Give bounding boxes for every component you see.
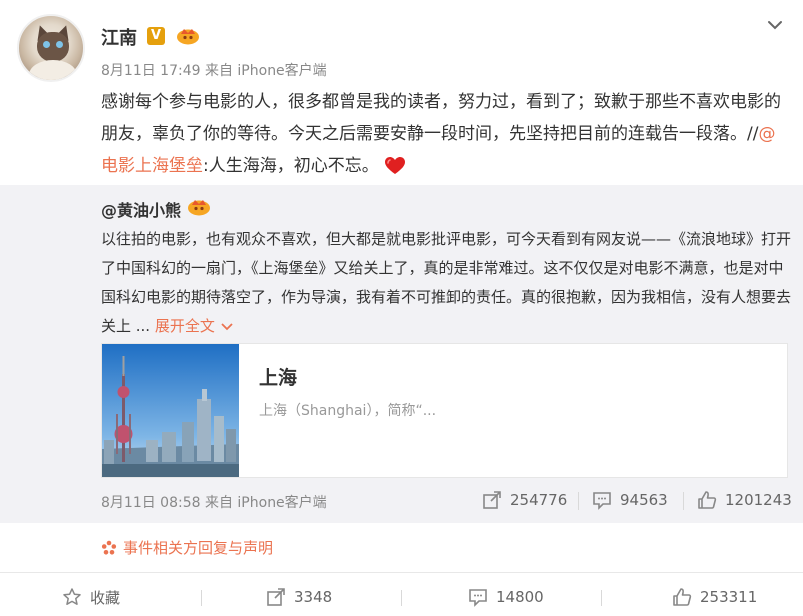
repost-text: 以往拍的电影，也有观众不喜欢，但大都是就电影批评电影，可今天看到有网友说——《流… (101, 225, 791, 341)
chevron-down-icon[interactable] (764, 14, 786, 36)
chevron-down-icon[interactable] (220, 322, 234, 332)
expand-label[interactable]: 展开全文 (155, 317, 215, 335)
repost-comment-count[interactable]: 94563 (592, 488, 668, 512)
event-statement-link[interactable]: 事件相关方回复与声明 (101, 537, 273, 558)
star-icon (63, 588, 81, 605)
repost-like-count[interactable]: 1201243 (697, 488, 792, 512)
like-button[interactable]: 253311 (672, 586, 757, 608)
comment-icon (593, 492, 611, 510)
post-text-before: 感谢每个参与电影的人，很多都曾是我的读者，努力过，看到了；致歉于那些不喜欢电影的… (101, 92, 781, 144)
verified-v-icon: V (147, 27, 165, 45)
divider (0, 572, 803, 573)
member-crown-icon[interactable] (187, 196, 211, 216)
thumbs-up-icon (673, 588, 692, 606)
repost-author[interactable]: @黄油小熊 (101, 197, 181, 221)
comment-icon (469, 589, 487, 607)
card-title[interactable]: 上海 (259, 363, 297, 390)
repost-icon (483, 491, 501, 509)
favorite-button[interactable]: 收藏 (62, 586, 120, 608)
post-meta: 8月11日 17:49 来自 iPhone客户端 (101, 63, 327, 79)
comment-count-value: 94563 (620, 491, 668, 509)
avatar[interactable] (17, 14, 85, 82)
favorite-label: 收藏 (90, 588, 121, 607)
like-count: 253311 (700, 588, 758, 606)
expand-full-text-link[interactable]: 展开全文 (155, 317, 234, 335)
comment-count: 14800 (496, 588, 544, 606)
author-name[interactable]: 江南 (101, 24, 137, 50)
event-link-label[interactable]: 事件相关方回复与声明 (123, 537, 273, 558)
thumbs-up-icon (698, 491, 717, 509)
member-crown-icon[interactable] (176, 25, 200, 45)
like-count-value: 1201243 (725, 491, 792, 509)
repost-count-value: 254776 (510, 491, 568, 509)
link-card[interactable]: 上海 上海（Shanghai），简称“... (101, 343, 788, 478)
shanghai-skyline-image (102, 344, 239, 477)
repost-icon (267, 588, 285, 606)
repost-button[interactable]: 3348 (266, 586, 332, 608)
post-text-after: :人生海海，初心不忘。 (203, 156, 379, 176)
comment-button[interactable]: 14800 (468, 586, 544, 608)
repost-meta: 8月11日 08:58 来自 iPhone客户端 (101, 495, 327, 511)
flower-icon (101, 540, 117, 555)
repost-count: 3348 (294, 588, 333, 606)
card-description: 上海（Shanghai），简称“... (259, 403, 437, 419)
repost-repost-count[interactable]: 254776 (482, 488, 567, 512)
post-text: 感谢每个参与电影的人，很多都曾是我的读者，努力过，看到了；致歉于那些不喜欢电影的… (101, 86, 791, 182)
heart-icon (385, 157, 406, 174)
